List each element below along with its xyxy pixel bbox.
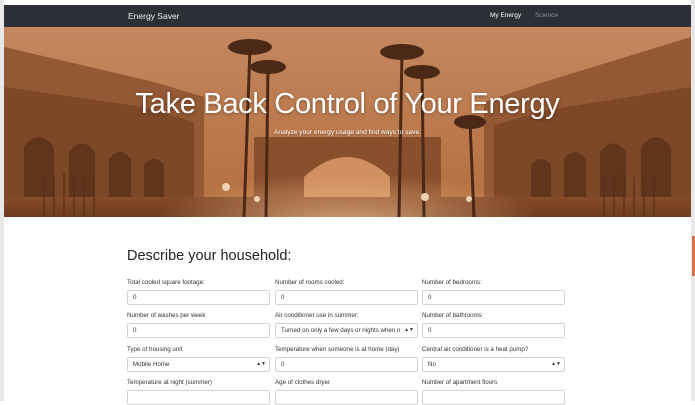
washes-input[interactable]: 0 (127, 323, 270, 338)
field-label-night-temp: Temperature at night (summer) (127, 379, 212, 386)
field-label-dryer-age: Age of clothes dryer (275, 379, 331, 386)
field-label-ac-use: Air conditioner use in summer: (275, 312, 359, 319)
dryer-age-input[interactable] (275, 390, 418, 405)
housing-type-select[interactable]: Mobile Home ▲▼ (127, 357, 270, 372)
hero-subtitle: Analyze your energy usage and find ways … (274, 129, 421, 136)
night-temp-input[interactable] (127, 390, 270, 405)
nav-link-my-energy[interactable]: My Energy (490, 5, 521, 27)
top-navbar: Energy Saver My Energy Science (4, 5, 691, 27)
ac-use-selected-value: Turned on only a few days or nights when… (281, 327, 401, 334)
field-label-washes: Number of washes per week (127, 312, 206, 319)
hero-title: Take Back Control of Your Energy (135, 88, 560, 120)
apartment-floors-input[interactable] (422, 390, 565, 405)
heat-pump-select[interactable]: No ▲▼ (422, 357, 565, 372)
window-frame-right (691, 0, 695, 401)
bedrooms-input[interactable]: 0 (422, 290, 565, 305)
brand-link[interactable]: Energy Saver (128, 5, 180, 27)
day-temp-input[interactable]: 0 (275, 357, 418, 372)
housing-type-selected-value: Mobile Home (133, 361, 170, 368)
field-label-housing-type: Type of housing unit (127, 346, 183, 353)
bathrooms-input[interactable]: 0 (422, 323, 565, 338)
field-label-rooms-cooled: Number of rooms cooled: (275, 279, 345, 286)
field-label-bedrooms: Number of bedrooms: (422, 279, 482, 286)
hero-background-image (4, 27, 691, 217)
field-label-heat-pump: Central air conditioner is a heat pump? (422, 346, 529, 353)
cooled-sqft-input[interactable]: 0 (127, 290, 270, 305)
field-label-day-temp: Temperature when someone is at home (day… (275, 346, 400, 353)
hero-banner: Take Back Control of Your Energy Analyze… (4, 27, 691, 217)
field-label-cooled-sqft: Total cooled square footage: (127, 279, 205, 286)
form-heading: Describe your household: (127, 248, 292, 264)
select-arrows-icon: ▲▼ (256, 361, 266, 367)
field-label-apartment-floors: Number of apartment floors (422, 379, 498, 386)
field-label-bathrooms: Number of bathrooms (422, 312, 482, 319)
heat-pump-selected-value: No (428, 361, 436, 368)
select-arrows-icon: ▲▼ (551, 361, 561, 367)
rooms-cooled-input[interactable]: 0 (275, 290, 418, 305)
select-arrows-icon: ▲▼ (404, 327, 414, 333)
nav-link-science[interactable]: Science (535, 5, 558, 27)
ac-use-select[interactable]: Turned on only a few days or nights when… (275, 323, 418, 338)
